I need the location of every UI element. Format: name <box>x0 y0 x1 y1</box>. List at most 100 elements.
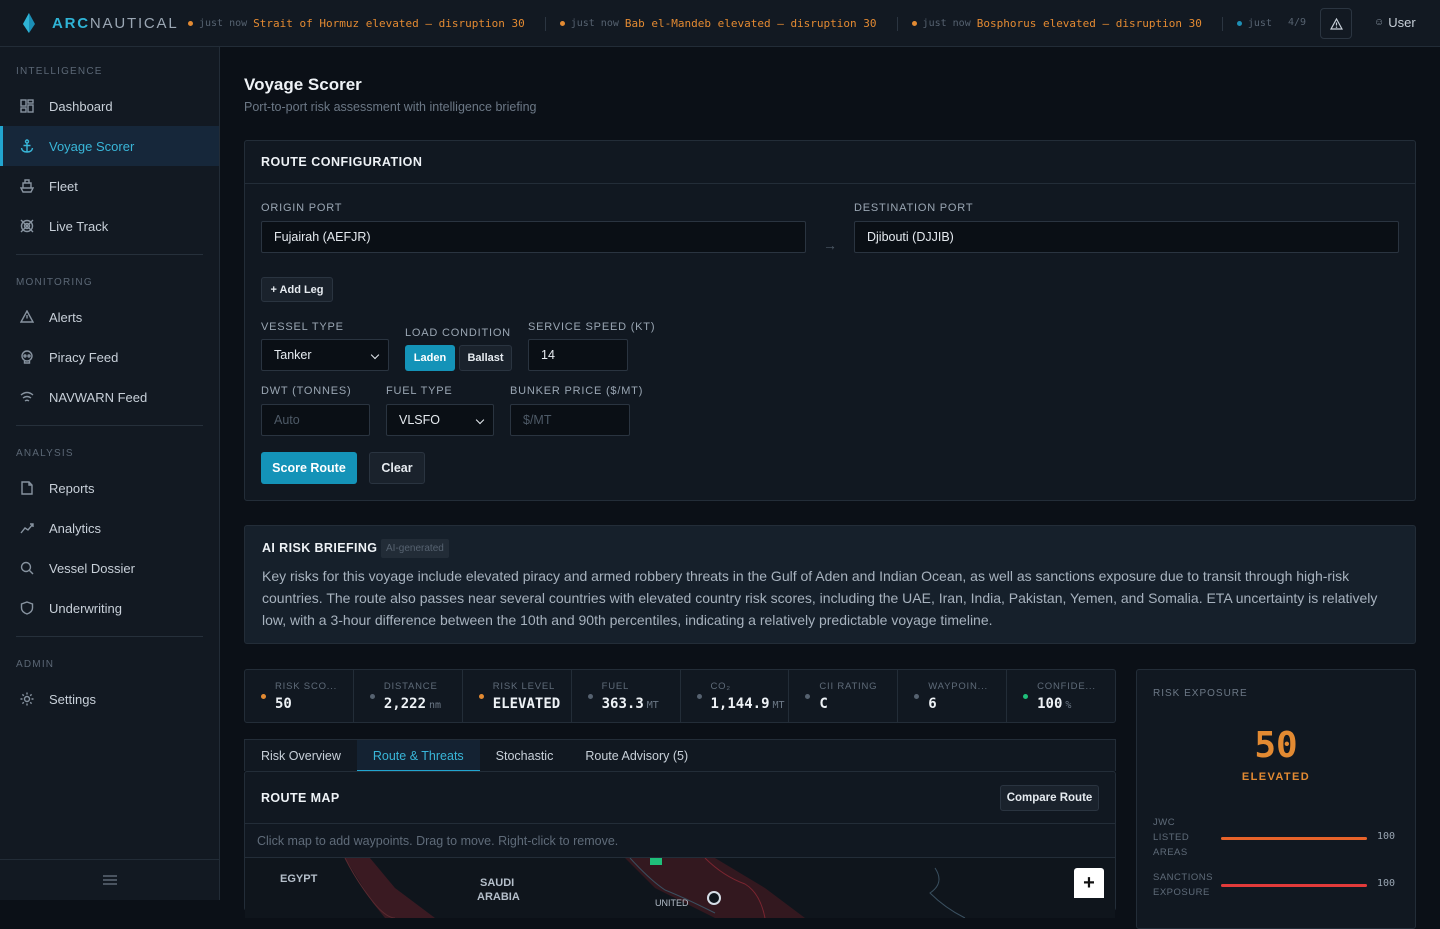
sidebar-item-analytics[interactable]: Analytics <box>0 508 219 548</box>
score-route-button[interactable]: Score Route <box>261 452 357 484</box>
signal-icon <box>20 391 34 402</box>
result-tabs: Risk Overview Route & Threats Stochastic Ro… <box>244 739 1116 772</box>
briefing-title: AI RISK BRIEFING <box>262 541 378 555</box>
sidebar-item-alerts[interactable]: Alerts <box>0 297 219 337</box>
service-speed-input[interactable]: 14 <box>528 339 628 371</box>
fuel-type-select[interactable]: VLSFO <box>386 404 494 436</box>
fuel-type-label: FUEL TYPE <box>386 385 453 397</box>
ai-generated-badge: AI-generated <box>381 539 449 558</box>
destination-port-input[interactable]: Djibouti (DJJIB) <box>854 221 1399 253</box>
sidebar-item-label: Dashboard <box>49 98 113 114</box>
ticker-item[interactable]: just now Bosphorus elevated — disruption … <box>911 16 1223 31</box>
page-subtitle: Port-to-port risk assessment with intell… <box>244 100 537 114</box>
page-title: Voyage Scorer <box>244 75 362 94</box>
tab-risk-overview[interactable]: Risk Overview <box>245 740 357 772</box>
origin-marker[interactable] <box>707 891 721 905</box>
exposure-bar-track <box>1221 836 1367 840</box>
status-dot <box>369 694 375 699</box>
tab-route-advisory-5[interactable]: Route Advisory (5) <box>569 740 704 772</box>
stat-card: CONFIDE... 100% <box>1007 670 1115 722</box>
origin-port-label: ORIGIN PORT <box>261 202 343 214</box>
status-dot <box>587 694 593 699</box>
stat-number: 6 <box>928 696 937 712</box>
brand[interactable]: ARCNAUTICAL <box>0 13 220 33</box>
stat-number: 363.3 <box>601 696 644 712</box>
laden-toggle[interactable]: Laden <box>405 345 455 371</box>
sidebar-item-label: Settings <box>49 691 96 707</box>
sidebar-item-reports[interactable]: Reports <box>0 468 219 508</box>
ticker-message: Bosphorus elevated — disruption 30 <box>976 17 1202 30</box>
sidebar-item-dashboard[interactable]: Dashboard <box>0 86 219 126</box>
sidebar-divider <box>16 254 203 255</box>
tab-stochastic[interactable]: Stochastic <box>480 740 570 772</box>
stat-label: CO₂ <box>710 681 731 692</box>
trend-icon <box>20 523 34 534</box>
ballast-toggle[interactable]: Ballast <box>459 345 512 371</box>
sidebar-item-fleet[interactable]: Fleet <box>0 166 219 206</box>
top-bar: ARCNAUTICAL just now Strait of Hormuz ele… <box>0 0 1440 47</box>
origin-port-input[interactable]: Fujairah (AEFJR) <box>261 221 806 253</box>
sidebar-item-label: Alerts <box>49 309 83 325</box>
news-ticker[interactable]: just now Strait of Hormuz elevated — disr… <box>188 0 1278 47</box>
bunker-price-input[interactable]: $/MT <box>510 404 630 436</box>
sidebar-nav: INTELLIGENCE Dashboard Voyage Scorer Fleet L… <box>0 62 219 719</box>
stat-number: ELEVATED <box>492 696 561 712</box>
sidebar-item-live-track[interactable]: Live Track <box>0 206 219 246</box>
coastline <box>929 867 966 918</box>
compare-route-button[interactable]: Compare Route <box>1000 785 1099 811</box>
add-leg-button[interactable]: + Add Leg <box>261 277 333 302</box>
stat-value: 50 <box>275 696 353 712</box>
alerts-button[interactable] <box>1320 8 1352 39</box>
sidebar-divider <box>16 425 203 426</box>
ticker-item[interactable]: just now Strait of Hormuz elevated — disr… <box>188 16 546 31</box>
stat-number: 50 <box>275 696 292 712</box>
sidebar-item-label: Fleet <box>49 178 78 194</box>
tab-route-threats[interactable]: Route & Threats <box>356 740 480 772</box>
sidebar-item-navwarn-feed[interactable]: NAVWARN Feed <box>0 377 219 417</box>
ticker-time: just n <box>1247 18 1278 29</box>
sidebar-item-vessel-dossier[interactable]: Vessel Dossier <box>0 548 219 588</box>
ticker-divider <box>544 16 546 31</box>
ticker-item[interactable]: just n <box>1236 18 1278 29</box>
dwt-input[interactable]: Auto <box>261 404 370 436</box>
exposure-bar-value: 100 <box>1377 878 1396 889</box>
exposure-bar-value: 100 <box>1377 830 1396 842</box>
sidebar-collapse-button[interactable] <box>0 859 219 900</box>
ticker-time: just now <box>570 18 619 29</box>
risk-exposure-score: 50 <box>1254 725 1298 766</box>
risk-exposure-title: RISK EXPOSURE <box>1153 688 1248 699</box>
route-configuration-header: ROUTE CONFIGURATION <box>245 141 1415 184</box>
exposure-bar-track <box>1221 884 1367 887</box>
zoom-in-button[interactable]: + <box>1074 868 1104 898</box>
map-label-egypt: EGYPT <box>280 873 318 885</box>
stat-card: WAYPOIN... 6 <box>898 670 1008 722</box>
red-sea-risk-zone <box>345 858 435 918</box>
ticker-time: just now <box>922 18 971 29</box>
sidebar-item-piracy-feed[interactable]: Piracy Feed <box>0 337 219 377</box>
sidebar-item-label: Vessel Dossier <box>49 560 135 576</box>
stat-unit: MT <box>646 700 659 711</box>
ticker-item[interactable]: just now Bab el-Mandeb elevated — disrupt… <box>559 16 898 31</box>
status-dot <box>696 694 702 699</box>
status-dot <box>559 21 565 26</box>
arrow-right-icon: → <box>823 237 837 253</box>
vessel-type-select[interactable]: Tanker <box>261 339 389 371</box>
stat-value: 363.3 MT <box>602 696 680 712</box>
exposure-bar-label-line: AREAS <box>1153 847 1188 858</box>
sidebar-item-settings[interactable]: Settings <box>0 679 219 719</box>
sidebar-item-label: Analytics <box>49 520 102 536</box>
user-menu[interactable]: ☺ User <box>1374 15 1416 30</box>
stat-value: 100% <box>1037 696 1115 712</box>
route-map-panel: ROUTE MAP Compare Route Click map to add… <box>244 771 1116 918</box>
stat-label: CII RATING <box>819 681 878 692</box>
waypoint-marker[interactable] <box>650 858 662 865</box>
stat-number: 1,144.9 <box>710 696 770 712</box>
sidebar-item-underwriting[interactable]: Underwriting <box>0 588 219 628</box>
dwt-label: DWT (TONNES) <box>261 385 352 397</box>
sidebar-item-voyage-scorer[interactable]: Voyage Scorer <box>0 126 219 166</box>
voyage-stats: RISK SCO... 50 DISTANCE 2,222 nm RISK LEVEL EL… <box>244 669 1116 723</box>
route-map[interactable]: EGYPT SAUDI ARABIA UNITED + <box>245 858 1115 918</box>
logo-icon <box>23 13 35 33</box>
clear-button[interactable]: Clear <box>369 452 425 484</box>
stat-value: 6 <box>928 696 1006 712</box>
